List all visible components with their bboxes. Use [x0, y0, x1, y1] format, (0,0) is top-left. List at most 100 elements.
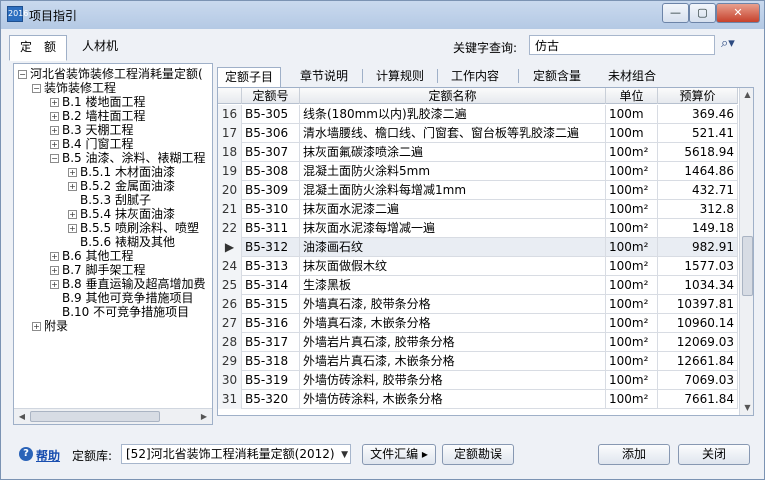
tree-item[interactable]: − B.5 油漆、涂料、裱糊工程	[50, 151, 206, 165]
expand-icon[interactable]: +	[50, 112, 59, 121]
tab-calculation-rules[interactable]: 计算规则	[367, 67, 433, 87]
tree-item[interactable]: + B.3 天棚工程	[50, 123, 134, 137]
chapter-tree[interactable]: − 河北省装饰装修工程消耗量定额(− 装饰装修工程 + B.1 楼地面工程 + B.2 墙柱…	[13, 63, 213, 425]
table-row[interactable]: 19 B5-308 混凝土面防火涂料5mm 100m² 1464.86	[218, 162, 738, 181]
tab-quota-content[interactable]: 定额含量	[524, 67, 590, 87]
row-index: 21	[218, 200, 242, 219]
tab-work-content[interactable]: 工作内容	[442, 67, 508, 87]
maximize-button[interactable]: ▢	[689, 3, 716, 23]
tab-quota-items[interactable]: 定额子目	[217, 67, 281, 87]
quota-price: 432.71	[658, 181, 738, 200]
table-row[interactable]: 17 B5-306 清水墙腰线、檐口线、门窗套、窗台板等乳胶漆二遍 100m 521.4…	[218, 124, 738, 143]
expand-icon[interactable]: +	[32, 322, 41, 331]
expand-icon[interactable]: +	[50, 126, 59, 135]
tree-item[interactable]: + B.2 墙柱面工程	[50, 109, 146, 123]
tree-item[interactable]: B.10 不可竞争措施项目	[50, 305, 189, 319]
table-row[interactable]: 27 B5-316 外墙真石漆, 木嵌条分格 100m² 10960.14	[218, 314, 738, 333]
scroll-up-icon[interactable]: ▲	[740, 88, 753, 102]
tree-item[interactable]: B.5.3 刮腻子	[68, 193, 151, 207]
tree-item[interactable]: + B.7 脚手架工程	[50, 263, 146, 277]
tree-horizontal-scrollbar[interactable]: ◀ ▶	[14, 408, 212, 424]
tree-item[interactable]: + B.5.5 喷刷涂料、喷塑	[68, 221, 199, 235]
tab-quota[interactable]: 定 额	[9, 35, 67, 61]
table-row[interactable]: 18 B5-307 抹灰面氟碳漆喷涂二遍 100m² 5618.94	[218, 143, 738, 162]
tree-item[interactable]: + B.8 垂直运输及超高增加费	[50, 277, 206, 291]
scroll-down-icon[interactable]: ▼	[740, 401, 753, 415]
quota-grid[interactable]: 定额号 定额名称 单位 预算价 16 B5-305 线条(180mm以内)乳胶漆二遍…	[217, 87, 754, 416]
table-row[interactable]: ▶ B5-312 油漆画石纹 100m² 982.91	[218, 238, 738, 257]
table-row[interactable]: 25 B5-314 生漆黑板 100m² 1034.34	[218, 276, 738, 295]
scroll-left-icon[interactable]: ◀	[15, 410, 29, 423]
column-header-index	[218, 88, 242, 104]
tree-item[interactable]: − 装饰装修工程	[32, 81, 116, 95]
expand-icon[interactable]: +	[68, 210, 77, 219]
tree-item[interactable]: B.5.6 裱糊及其他	[68, 235, 175, 249]
quota-price: 5618.94	[658, 143, 738, 162]
keyword-search-input[interactable]	[529, 35, 715, 55]
table-row[interactable]: 16 B5-305 线条(180mm以内)乳胶漆二遍 100m 369.46	[218, 105, 738, 124]
tree-item[interactable]: − 河北省装饰装修工程消耗量定额(	[18, 67, 203, 81]
row-index: 31	[218, 390, 242, 409]
tree-item-label: B.5.5 喷刷涂料、喷塑	[80, 221, 199, 235]
expand-icon[interactable]: +	[68, 168, 77, 177]
tab-material-combo[interactable]: 未材组合	[599, 67, 665, 87]
quota-price: 10397.81	[658, 295, 738, 314]
tree-item[interactable]: + B.4 门窗工程	[50, 137, 134, 151]
table-row[interactable]: 26 B5-315 外墙真石漆, 胶带条分格 100m² 10397.81	[218, 295, 738, 314]
minimize-button[interactable]: —	[662, 3, 689, 23]
table-row[interactable]: 22 B5-311 抹灰面水泥漆每增减一遍 100m² 149.18	[218, 219, 738, 238]
quota-unit: 100m²	[606, 162, 658, 181]
table-row[interactable]: 28 B5-317 外墙岩片真石漆, 胶带条分格 100m² 12069.03	[218, 333, 738, 352]
tree-item[interactable]: + B.1 楼地面工程	[50, 95, 146, 109]
table-row[interactable]: 29 B5-318 外墙岩片真石漆, 木嵌条分格 100m² 12661.84	[218, 352, 738, 371]
column-header-unit[interactable]: 单位	[606, 88, 658, 104]
dropdown-arrow-icon[interactable]: ▼	[341, 446, 348, 463]
quota-name: 外墙岩片真石漆, 木嵌条分格	[300, 352, 606, 371]
table-row[interactable]: 20 B5-309 混凝土面防火涂料每增减1mm 100m² 432.71	[218, 181, 738, 200]
table-row[interactable]: 31 B5-320 外墙仿砖涂料, 木嵌条分格 100m² 7661.84	[218, 390, 738, 409]
tree-item[interactable]: + B.5.2 金属面油漆	[68, 179, 175, 193]
file-summary-button[interactable]: 文件汇编 ▸	[362, 444, 436, 465]
table-row[interactable]: 30 B5-319 外墙仿砖涂料, 胶带条分格 100m² 7069.03	[218, 371, 738, 390]
tree-item[interactable]: + 附录	[32, 319, 68, 333]
column-header-name[interactable]: 定额名称	[300, 88, 606, 104]
collapse-icon[interactable]: −	[50, 154, 59, 163]
tree-item-label: B.4 门窗工程	[62, 137, 134, 151]
tree-item[interactable]: + B.6 其他工程	[50, 249, 134, 263]
tree-item[interactable]: + B.5.1 木材面油漆	[68, 165, 175, 179]
tree-item[interactable]: B.9 其他可竞争措施项目	[50, 291, 194, 305]
quota-errata-button[interactable]: 定额勘误	[442, 444, 514, 465]
table-row[interactable]: 21 B5-310 抹灰面水泥漆二遍 100m² 312.8	[218, 200, 738, 219]
tree-item-label: B.7 脚手架工程	[62, 263, 146, 277]
expand-icon[interactable]: +	[50, 280, 59, 289]
expand-icon[interactable]: +	[50, 140, 59, 149]
close-button[interactable]: 关闭	[678, 444, 750, 465]
quota-library-select[interactable]: [52]河北省装饰工程消耗量定额(2012) ▼	[121, 444, 351, 464]
add-button[interactable]: 添加	[598, 444, 670, 465]
column-header-price[interactable]: 预算价	[658, 88, 738, 104]
expand-icon[interactable]: +	[68, 224, 77, 233]
binoculars-icon[interactable]: ⌕▾	[721, 36, 751, 54]
column-header-code[interactable]: 定额号	[242, 88, 300, 104]
grid-vertical-scrollbar[interactable]: ▲ ▼	[739, 88, 753, 415]
close-window-button[interactable]: ✕	[716, 3, 760, 23]
table-row[interactable]: 24 B5-313 抹灰面做假木纹 100m² 1577.03	[218, 257, 738, 276]
collapse-icon[interactable]: −	[32, 84, 41, 93]
expand-icon[interactable]: +	[50, 98, 59, 107]
tab-chapter-notes[interactable]: 章节说明	[291, 67, 357, 87]
scroll-thumb[interactable]	[742, 236, 753, 296]
quota-name: 生漆黑板	[300, 276, 606, 295]
scroll-thumb[interactable]	[30, 411, 160, 422]
expand-icon[interactable]: +	[68, 182, 77, 191]
collapse-icon[interactable]: −	[18, 70, 27, 79]
quota-unit: 100m²	[606, 371, 658, 390]
tree-item[interactable]: + B.5.4 抹灰面油漆	[68, 207, 175, 221]
quota-name: 外墙仿砖涂料, 木嵌条分格	[300, 390, 606, 409]
tree-item-label: B.6 其他工程	[62, 249, 134, 263]
tab-labor-material-machine[interactable]: 人材机	[71, 35, 129, 59]
expand-icon[interactable]: +	[50, 252, 59, 261]
help-link[interactable]: 帮助	[36, 447, 60, 464]
help-icon[interactable]: ?	[19, 447, 33, 461]
expand-icon[interactable]: +	[50, 266, 59, 275]
scroll-right-icon[interactable]: ▶	[197, 410, 211, 423]
